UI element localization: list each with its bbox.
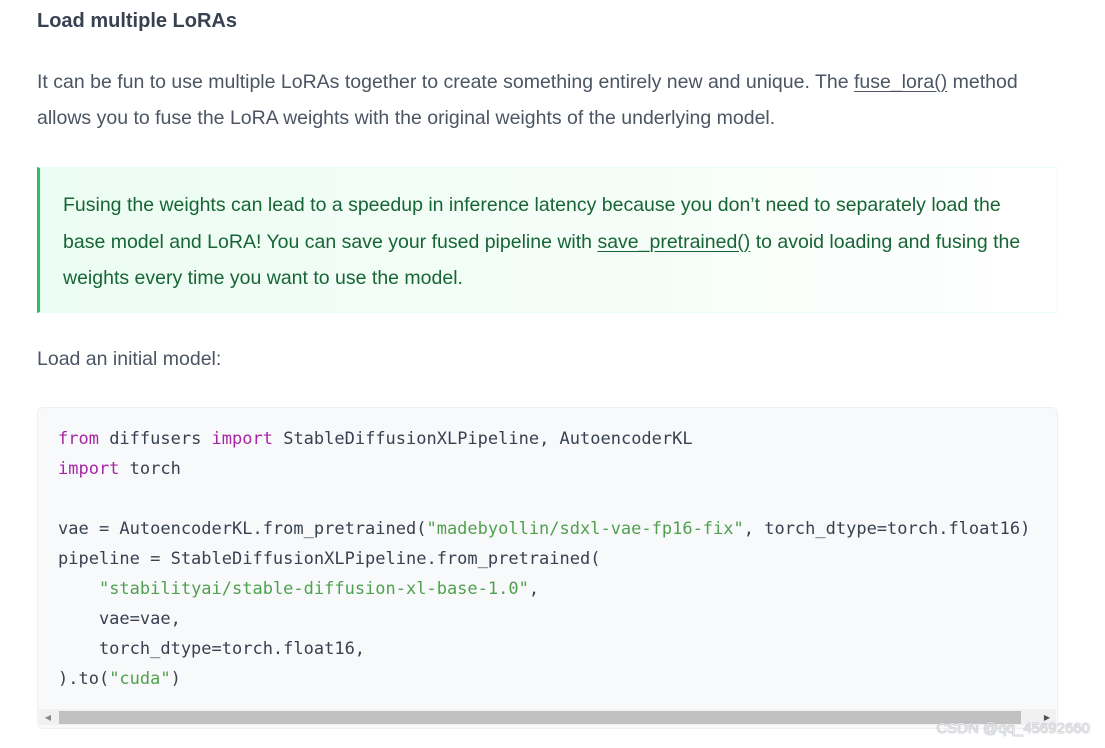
code-token: StableDiffusionXLPipeline, AutoencoderKL bbox=[272, 429, 693, 449]
code-token: , bbox=[528, 579, 540, 599]
code-line: from diffusers import StableDiffusionXLP… bbox=[58, 424, 1030, 454]
code-keyword: import bbox=[211, 429, 273, 449]
code-token: vae=vae, bbox=[58, 609, 181, 629]
scrollbar-thumb[interactable] bbox=[59, 711, 1021, 724]
code-token: torch bbox=[119, 459, 181, 479]
code-token: ).to( bbox=[58, 669, 110, 689]
intro-paragraph: It can be fun to use multiple LoRAs toge… bbox=[37, 64, 1057, 136]
code-keyword: from bbox=[58, 429, 99, 449]
code-token: ) bbox=[170, 669, 181, 689]
code-string: "cuda" bbox=[109, 669, 171, 689]
watermark-text: CSDN @qq_45692660 bbox=[936, 720, 1090, 737]
horizontal-scrollbar[interactable]: ◀ ▶ bbox=[39, 709, 1056, 725]
fuse-lora-link[interactable]: fuse_lora() bbox=[854, 71, 947, 93]
code-token: diffusers bbox=[98, 429, 212, 449]
tip-text: Fusing the weights can lead to a speedup… bbox=[63, 187, 1033, 297]
save-pretrained-link[interactable]: save_pretrained() bbox=[597, 231, 750, 253]
code-block[interactable]: from diffusers import StableDiffusionXLP… bbox=[37, 407, 1058, 729]
section-heading: Load multiple LoRAs bbox=[37, 10, 237, 32]
tip-callout: Fusing the weights can lead to a speedup… bbox=[37, 167, 1058, 313]
code-line: "stabilityai/stable-diffusion-xl-base-1.… bbox=[58, 574, 1030, 604]
code-line: vae=vae, bbox=[58, 604, 1030, 634]
code-line: import torch bbox=[58, 454, 1030, 484]
code-line: torch_dtype=torch.float16, bbox=[58, 634, 1030, 664]
code-token: pipeline = StableDiffusionXLPipeline.fro… bbox=[58, 549, 601, 569]
intro-text-start: It can be fun to use multiple LoRAs toge… bbox=[37, 71, 854, 93]
code-line: pipeline = StableDiffusionXLPipeline.fro… bbox=[58, 544, 1030, 574]
triangle-left-icon[interactable]: ◀ bbox=[41, 709, 55, 725]
code-keyword: import bbox=[58, 459, 120, 479]
load-initial-model-text: Load an initial model: bbox=[37, 348, 222, 370]
code-line: vae = AutoencoderKL.from_pretrained("mad… bbox=[58, 514, 1030, 544]
code-token: , torch_dtype=torch.float16) bbox=[743, 519, 1031, 539]
code-string: "stabilityai/stable-diffusion-xl-base-1.… bbox=[98, 579, 529, 599]
code-string: "madebyollin/sdxl-vae-fp16-fix" bbox=[426, 519, 744, 539]
code-line: ).to("cuda") bbox=[58, 664, 1030, 694]
code-content[interactable]: from diffusers import StableDiffusionXLP… bbox=[58, 424, 1030, 694]
code-token: torch_dtype=torch.float16, bbox=[58, 639, 366, 659]
code-token: vae = AutoencoderKL.from_pretrained( bbox=[58, 519, 427, 539]
